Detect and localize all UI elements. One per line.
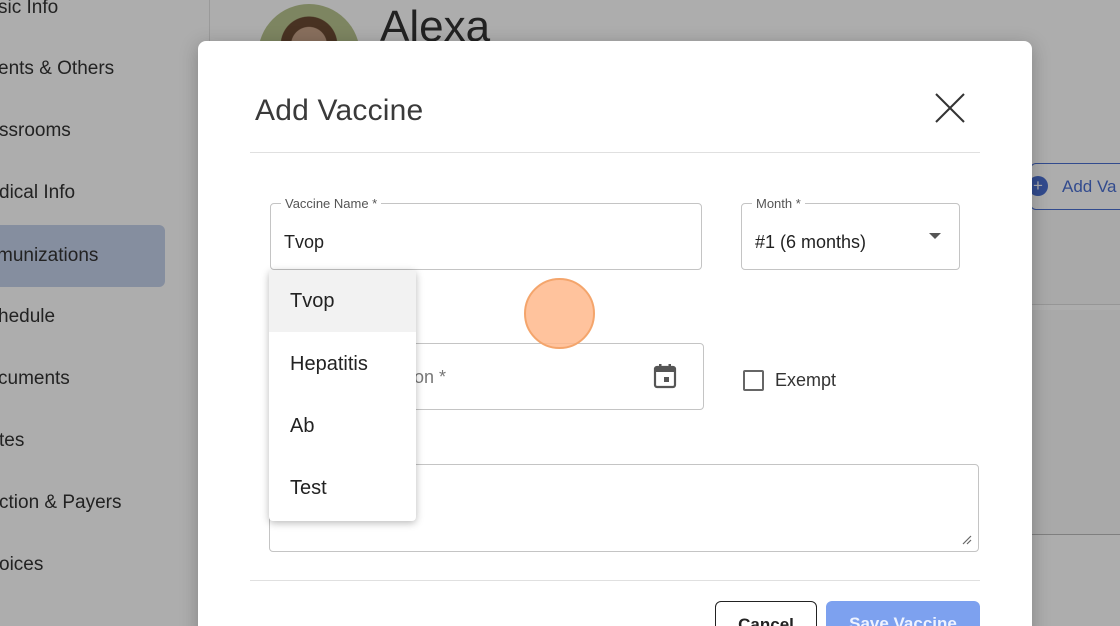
resize-handle-icon[interactable] bbox=[960, 533, 972, 545]
exempt-checkbox-row[interactable]: Exempt bbox=[743, 370, 836, 391]
cancel-button[interactable]: Cancel bbox=[715, 601, 817, 626]
autocomplete-option[interactable]: Test bbox=[269, 457, 416, 519]
calendar-icon[interactable] bbox=[652, 363, 678, 391]
dialog-title: Add Vaccine bbox=[255, 94, 424, 127]
autocomplete-option[interactable]: Hepatitis bbox=[269, 333, 416, 395]
save-vaccine-button[interactable]: Save Vaccine bbox=[826, 601, 980, 626]
vaccine-name-label: Vaccine Name * bbox=[281, 196, 382, 211]
vaccine-name-value: Tvop bbox=[284, 232, 325, 252]
month-label: Month * bbox=[752, 196, 805, 211]
close-icon[interactable] bbox=[933, 91, 967, 125]
caret-down-icon bbox=[929, 233, 941, 239]
month-select[interactable]: Month * #1 (6 months) bbox=[741, 196, 960, 270]
month-value: #1 (6 months) bbox=[755, 232, 867, 252]
autocomplete-option[interactable]: Ab bbox=[269, 395, 416, 457]
header-divider bbox=[250, 152, 980, 153]
click-indicator bbox=[524, 278, 595, 349]
exempt-label: Exempt bbox=[775, 370, 837, 390]
vaccine-autocomplete-list: Tvop Hepatitis Ab Test bbox=[269, 270, 416, 521]
footer-divider bbox=[250, 580, 980, 581]
vaccine-name-input[interactable]: Vaccine Name * Tvop bbox=[270, 196, 702, 270]
autocomplete-option[interactable]: Tvop bbox=[269, 270, 416, 332]
exempt-checkbox[interactable] bbox=[743, 370, 764, 391]
